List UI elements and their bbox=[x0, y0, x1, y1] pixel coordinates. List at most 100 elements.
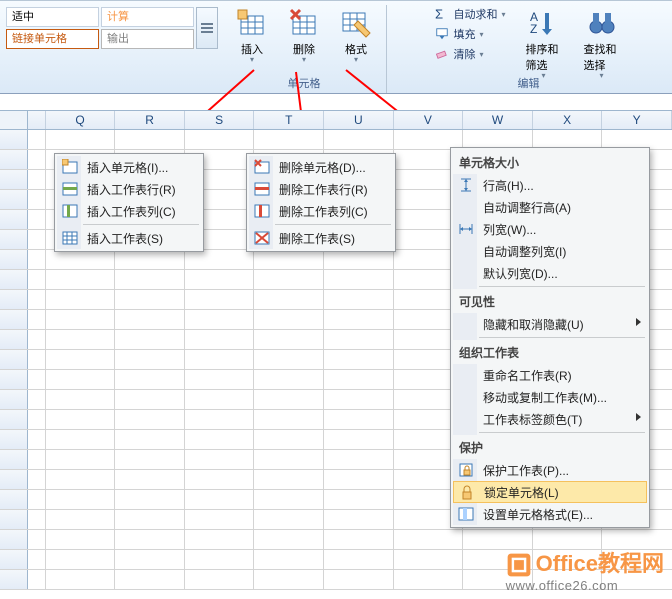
cell[interactable] bbox=[115, 490, 185, 509]
row-header[interactable] bbox=[0, 430, 28, 449]
cell[interactable] bbox=[324, 350, 394, 369]
cell[interactable] bbox=[115, 430, 185, 449]
insert-button[interactable]: 插入 ▾ bbox=[232, 5, 272, 65]
cell[interactable] bbox=[324, 510, 394, 529]
cell[interactable] bbox=[254, 130, 324, 149]
menu-cell-format[interactable]: 设置单元格格式(E)... bbox=[453, 503, 647, 525]
row-header[interactable] bbox=[0, 210, 28, 229]
cell[interactable] bbox=[28, 510, 46, 529]
cell[interactable] bbox=[254, 550, 324, 569]
menu-hide-unhide[interactable]: 隐藏和取消隐藏(U) bbox=[453, 313, 647, 335]
clear-button[interactable]: 清除 ▾ bbox=[435, 45, 505, 63]
menu-insert-cols[interactable]: 插入工作表列(C) bbox=[57, 200, 201, 222]
row-header[interactable] bbox=[0, 150, 28, 169]
cell[interactable] bbox=[46, 450, 116, 469]
cell[interactable] bbox=[324, 430, 394, 449]
row-header[interactable] bbox=[0, 330, 28, 349]
cell[interactable] bbox=[115, 350, 185, 369]
cell[interactable] bbox=[46, 470, 116, 489]
cell[interactable] bbox=[46, 130, 116, 149]
cell[interactable] bbox=[185, 370, 255, 389]
cell[interactable] bbox=[185, 130, 255, 149]
menu-delete-sheet[interactable]: 删除工作表(S) bbox=[249, 227, 393, 249]
cell[interactable] bbox=[28, 310, 46, 329]
cell[interactable] bbox=[185, 310, 255, 329]
cell[interactable] bbox=[46, 330, 116, 349]
row-header[interactable] bbox=[0, 570, 28, 589]
cell[interactable] bbox=[28, 190, 46, 209]
col-header[interactable]: S bbox=[185, 111, 255, 129]
cell[interactable] bbox=[46, 490, 116, 509]
cell[interactable] bbox=[324, 450, 394, 469]
cell[interactable] bbox=[324, 410, 394, 429]
cell[interactable] bbox=[115, 270, 185, 289]
cell[interactable] bbox=[115, 250, 185, 269]
cell[interactable] bbox=[185, 250, 255, 269]
cell[interactable] bbox=[115, 370, 185, 389]
cell[interactable] bbox=[28, 430, 46, 449]
cell[interactable] bbox=[254, 410, 324, 429]
col-header[interactable]: U bbox=[324, 111, 394, 129]
cell[interactable] bbox=[28, 170, 46, 189]
cell[interactable] bbox=[28, 410, 46, 429]
cell[interactable] bbox=[254, 330, 324, 349]
cell[interactable] bbox=[254, 350, 324, 369]
menu-row-height[interactable]: 行高(H)... bbox=[453, 174, 647, 196]
row-header[interactable] bbox=[0, 190, 28, 209]
cell[interactable] bbox=[46, 390, 116, 409]
cell[interactable] bbox=[46, 270, 116, 289]
cell[interactable] bbox=[394, 550, 464, 569]
cell[interactable] bbox=[28, 490, 46, 509]
menu-protect-sheet[interactable]: 保护工作表(P)... bbox=[453, 459, 647, 481]
menu-default-width[interactable]: 默认列宽(D)... bbox=[453, 262, 647, 284]
cell[interactable] bbox=[28, 330, 46, 349]
cell[interactable] bbox=[254, 510, 324, 529]
cell[interactable] bbox=[185, 490, 255, 509]
menu-tab-color[interactable]: 工作表标签颜色(T) bbox=[453, 408, 647, 430]
cell[interactable] bbox=[46, 530, 116, 549]
cell[interactable] bbox=[115, 550, 185, 569]
cell[interactable] bbox=[115, 510, 185, 529]
cell[interactable] bbox=[115, 570, 185, 589]
format-button[interactable]: 格式 ▾ bbox=[336, 5, 376, 65]
cell[interactable] bbox=[185, 270, 255, 289]
cell[interactable] bbox=[115, 390, 185, 409]
style-calculation[interactable]: 计算 bbox=[101, 7, 194, 27]
menu-lock-cell[interactable]: 锁定单元格(L) bbox=[453, 481, 647, 503]
cell[interactable] bbox=[115, 290, 185, 309]
cell[interactable] bbox=[46, 570, 116, 589]
row-header[interactable] bbox=[0, 250, 28, 269]
col-header[interactable]: X bbox=[533, 111, 603, 129]
col-header[interactable]: Y bbox=[602, 111, 672, 129]
row-header[interactable] bbox=[0, 370, 28, 389]
menu-autofit-col[interactable]: 自动调整列宽(I) bbox=[453, 240, 647, 262]
style-moderate[interactable]: 适中 bbox=[6, 7, 99, 27]
col-header[interactable]: R bbox=[115, 111, 185, 129]
cell[interactable] bbox=[254, 450, 324, 469]
cell[interactable] bbox=[28, 370, 46, 389]
cell[interactable] bbox=[185, 450, 255, 469]
cell[interactable] bbox=[46, 510, 116, 529]
header-corner[interactable] bbox=[0, 111, 28, 129]
cell[interactable] bbox=[28, 530, 46, 549]
cell[interactable] bbox=[28, 450, 46, 469]
cell[interactable] bbox=[254, 310, 324, 329]
cell[interactable] bbox=[28, 130, 46, 149]
cell[interactable] bbox=[185, 430, 255, 449]
cell[interactable] bbox=[28, 290, 46, 309]
cell[interactable] bbox=[254, 490, 324, 509]
cell[interactable] bbox=[394, 530, 464, 549]
cell[interactable] bbox=[254, 270, 324, 289]
cell[interactable] bbox=[185, 330, 255, 349]
row-header[interactable] bbox=[0, 550, 28, 569]
cell[interactable] bbox=[254, 290, 324, 309]
menu-col-width[interactable]: 列宽(W)... bbox=[453, 218, 647, 240]
autosum-button[interactable]: Σ 自动求和 ▾ bbox=[435, 5, 505, 23]
cell[interactable] bbox=[115, 130, 185, 149]
col-header[interactable]: V bbox=[394, 111, 464, 129]
menu-delete-rows[interactable]: 删除工作表行(R) bbox=[249, 178, 393, 200]
cell[interactable] bbox=[185, 390, 255, 409]
cell[interactable] bbox=[115, 410, 185, 429]
cell[interactable] bbox=[254, 570, 324, 589]
cell[interactable] bbox=[324, 390, 394, 409]
